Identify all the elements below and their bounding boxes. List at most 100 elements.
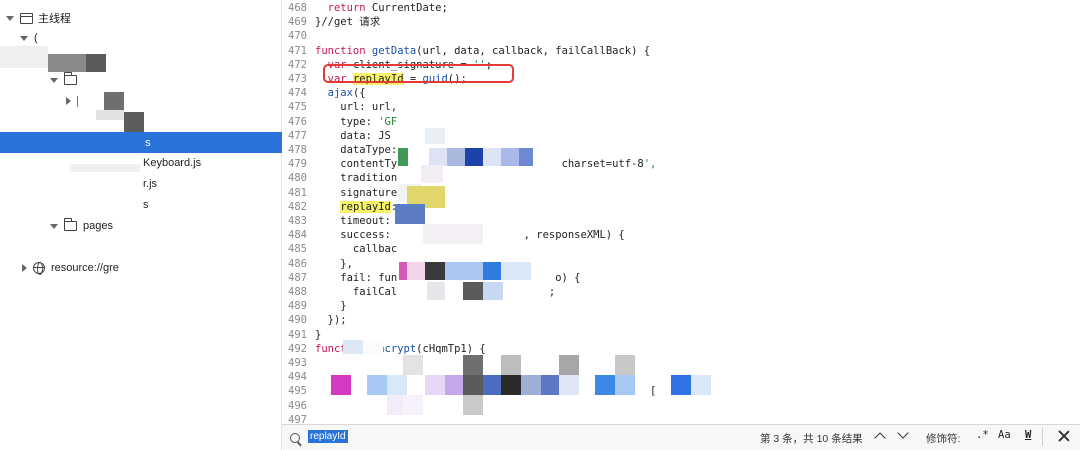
line-number[interactable]: 475 (283, 100, 307, 114)
line-number[interactable]: 494 (283, 370, 307, 384)
line-number[interactable]: 495 (283, 384, 307, 398)
search-input[interactable] (307, 428, 667, 447)
tree-item-selected-file[interactable]: s (0, 132, 282, 153)
line-number[interactable]: 470 (283, 29, 307, 43)
case-sensitive-button[interactable]: Aa (998, 429, 1011, 441)
search-query: replayId (308, 430, 348, 443)
folder-icon (63, 72, 77, 85)
line-number[interactable]: 480 (283, 171, 307, 185)
redaction-block (398, 148, 408, 166)
line-number[interactable]: 496 (283, 399, 307, 413)
redaction-block (501, 375, 521, 395)
tree-item-resource[interactable]: resource://gre (0, 258, 282, 278)
redaction-block (671, 375, 691, 395)
redaction-block (387, 375, 407, 395)
code-line: 468 return CurrentDate; (283, 1, 1080, 15)
line-number[interactable]: 486 (283, 257, 307, 271)
regex-toggle-button[interactable]: .* (976, 429, 989, 441)
redaction-block (559, 355, 579, 375)
tree-item-r-js[interactable]: r.js (0, 174, 282, 194)
tree-item-origin[interactable]: ( (0, 28, 282, 48)
line-number[interactable]: 468 (283, 1, 307, 15)
code-text: type: 'GF (315, 115, 398, 128)
code-line: 476 type: 'GF (283, 115, 1080, 129)
code-text: signature (315, 186, 398, 199)
tree-item-pages[interactable]: pages (0, 216, 282, 236)
redaction-block (465, 148, 483, 166)
chevron-down-icon[interactable] (6, 15, 14, 21)
redaction-block (425, 128, 445, 144)
code-line: 471 function getData(url, data, callback,… (283, 44, 1080, 58)
chevron-right-icon[interactable] (66, 97, 71, 105)
line-number[interactable]: 490 (283, 313, 307, 327)
redaction-block (343, 340, 363, 354)
redaction-block (501, 148, 519, 166)
code-line: 490 }); (283, 313, 1080, 327)
tree-item-main-thread[interactable]: 主线程 (0, 8, 282, 28)
globe-icon (33, 262, 45, 275)
redaction-block (331, 375, 351, 395)
line-number[interactable]: 474 (283, 86, 307, 100)
redaction-block (501, 262, 531, 280)
line-number[interactable]: 497 (283, 413, 307, 424)
previous-match-icon[interactable] (874, 432, 886, 444)
line-number[interactable]: 488 (283, 285, 307, 299)
redaction-block (615, 375, 635, 395)
code-text: replayId: (340, 200, 397, 213)
tree-item-folder[interactable] (0, 70, 282, 90)
line-number[interactable]: 493 (283, 356, 307, 370)
line-number[interactable]: 472 (283, 58, 307, 72)
code-line: 492 function encrypt(cHqmTp1) { (283, 342, 1080, 356)
redaction-block (691, 375, 711, 395)
line-number[interactable]: 484 (283, 228, 307, 242)
line-number[interactable]: 469 (283, 15, 307, 29)
next-match-icon[interactable] (897, 427, 909, 439)
redaction-block (0, 46, 48, 68)
redaction-block (363, 340, 383, 354)
redaction-block (96, 110, 124, 120)
line-number[interactable]: 492 (283, 342, 307, 356)
line-number[interactable]: 481 (283, 186, 307, 200)
sources-tree: 主线程 ( s Keyboard.js r.js s pages resourc… (0, 0, 282, 450)
chevron-down-icon[interactable] (20, 35, 28, 41)
redaction-block (483, 282, 503, 300)
code-text: ajax({ (327, 87, 366, 100)
redaction-block (425, 375, 445, 395)
chevron-down-icon[interactable] (50, 223, 58, 229)
line-number[interactable]: 471 (283, 44, 307, 58)
line-number[interactable]: 485 (283, 242, 307, 256)
code-text: data: JS (315, 129, 391, 142)
chevron-down-icon[interactable] (50, 77, 58, 83)
line-number[interactable]: 483 (283, 214, 307, 228)
redaction-block (463, 355, 483, 375)
redaction-block (615, 355, 635, 375)
code-line: 484 success: , responseXML) { (283, 228, 1080, 242)
tree-item-keyboard-js[interactable]: Keyboard.js (0, 153, 282, 173)
tree-item-label: 主线程 (38, 13, 71, 25)
redaction-block (425, 262, 445, 280)
line-number[interactable]: 482 (283, 200, 307, 214)
line-number[interactable]: 477 (283, 129, 307, 143)
code-text: }); (315, 314, 347, 327)
code-line: 485 callbac (283, 242, 1080, 256)
line-number[interactable]: 473 (283, 72, 307, 86)
code-text: } (315, 328, 322, 341)
folder-icon (63, 218, 77, 231)
redaction-block (429, 148, 447, 166)
close-icon[interactable] (1056, 428, 1072, 444)
search-icon (290, 432, 300, 443)
search-result-count: 第 3 条，共 10 条结果 (760, 433, 863, 445)
whole-word-button[interactable]: W (1025, 429, 1031, 441)
line-number[interactable]: 487 (283, 271, 307, 285)
redaction-block (445, 375, 465, 395)
line-number[interactable]: 479 (283, 157, 307, 171)
line-number[interactable]: 491 (283, 328, 307, 342)
line-number[interactable]: 476 (283, 115, 307, 129)
tree-item-subfolder[interactable] (0, 91, 282, 111)
chevron-right-icon[interactable] (22, 264, 27, 272)
tree-item-s-file[interactable]: s (0, 195, 282, 215)
window-icon (20, 12, 33, 24)
line-number[interactable]: 478 (283, 143, 307, 157)
redaction-block (463, 375, 483, 395)
line-number[interactable]: 489 (283, 299, 307, 313)
